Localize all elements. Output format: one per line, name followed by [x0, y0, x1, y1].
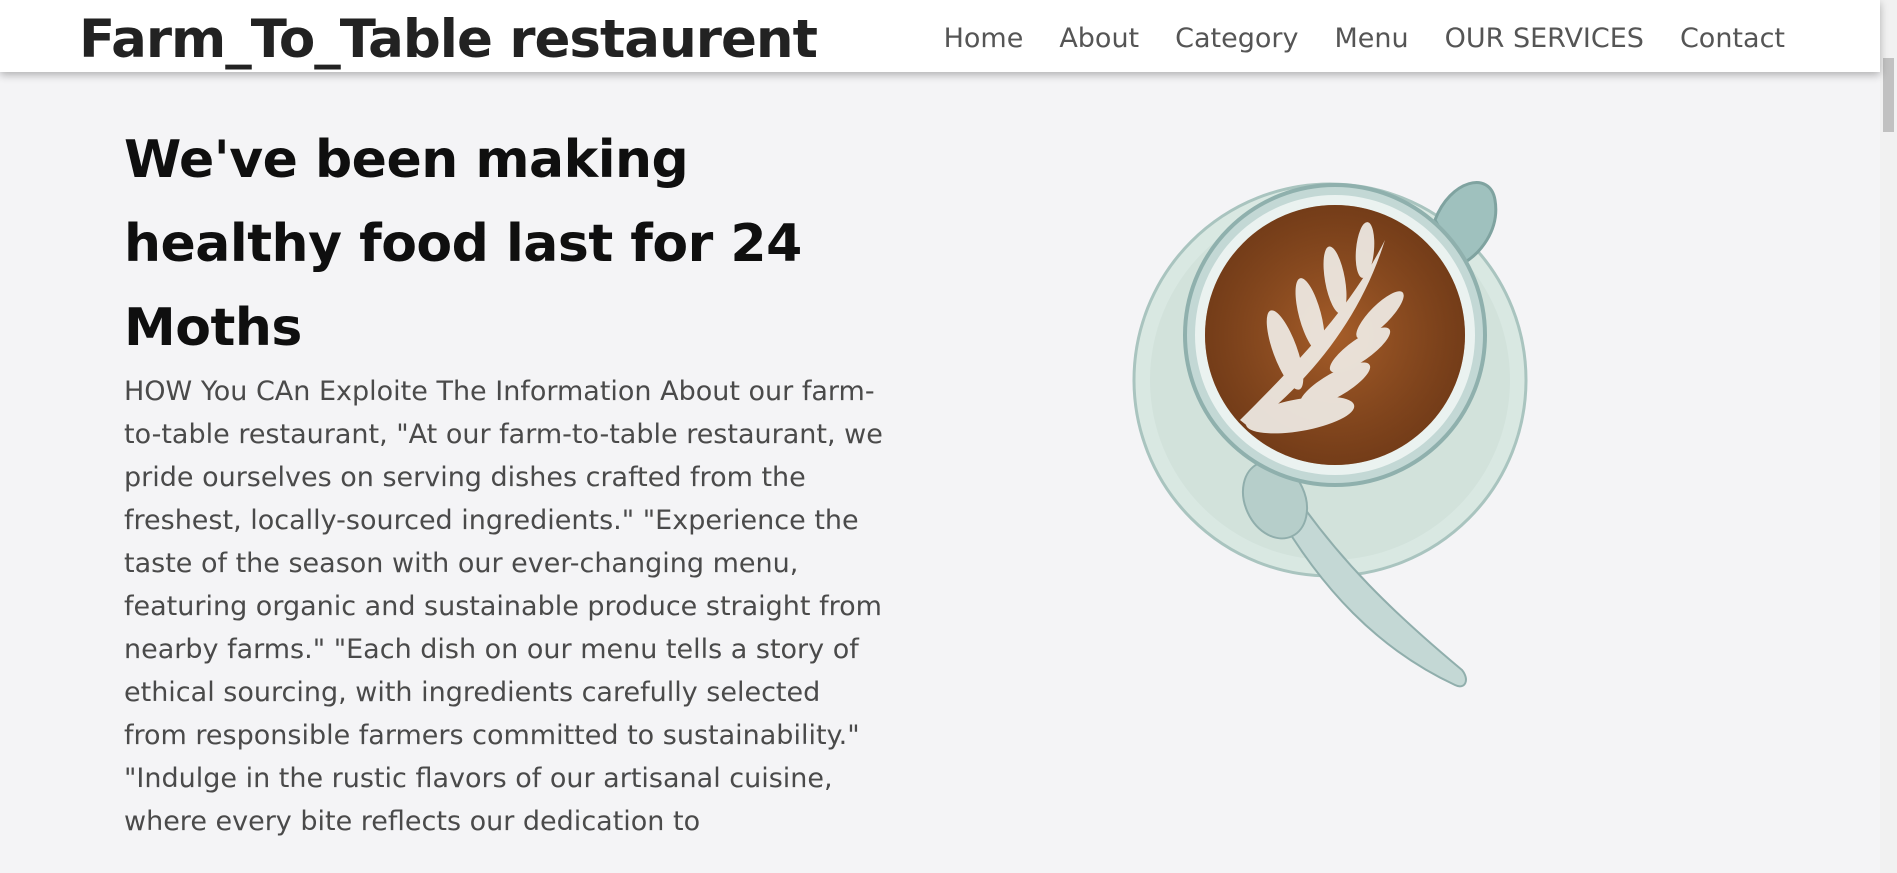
hero-description: HOW You CAn Exploite The Information Abo…: [124, 376, 883, 837]
scrollbar-thumb[interactable]: [1883, 58, 1894, 132]
page-scrollbar[interactable]: [1880, 0, 1897, 873]
site-header: Farm_To_Table restaurent Home About Cate…: [0, 0, 1880, 72]
nav-menu-link[interactable]: Menu: [1334, 23, 1408, 54]
latte-cup-icon: [1132, 181, 1528, 688]
nav-services-link[interactable]: OUR SERVICES: [1445, 23, 1644, 54]
hero-section: We've been making healthy food last for …: [124, 118, 884, 843]
brand-logo-text[interactable]: Farm_To_Table restaurent: [79, 4, 818, 76]
nav-contact-link[interactable]: Contact: [1680, 23, 1785, 54]
nav-home-link[interactable]: Home: [944, 23, 1024, 54]
latte-cup-illustration: [1120, 170, 1560, 710]
hero-headline: We've been making healthy food last for …: [124, 130, 802, 358]
nav-about-link[interactable]: About: [1059, 23, 1139, 54]
main-nav: Home About Category Menu OUR SERVICES Co…: [944, 0, 1785, 76]
nav-category-link[interactable]: Category: [1175, 23, 1298, 54]
